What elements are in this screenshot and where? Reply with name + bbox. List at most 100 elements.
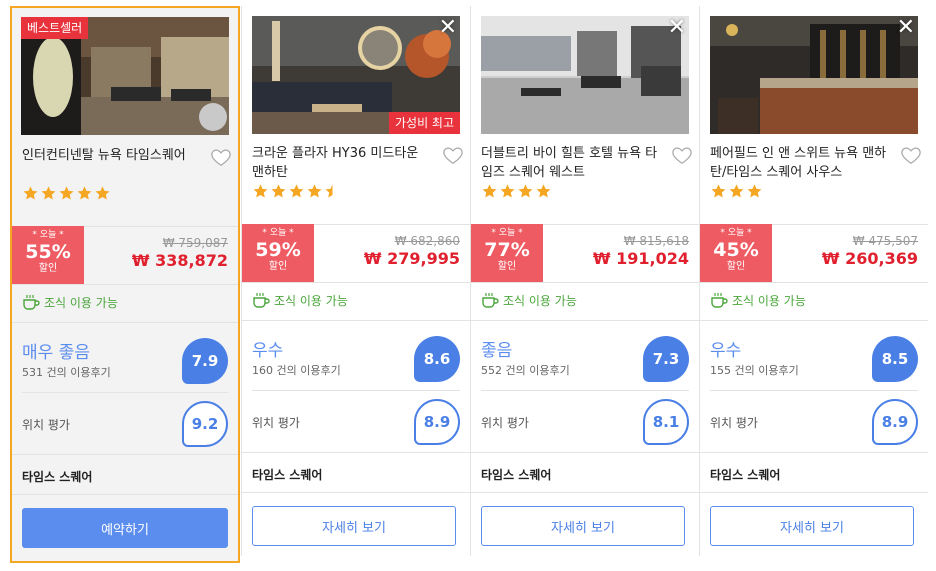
today-label: * 오늘 *	[720, 228, 752, 238]
close-icon[interactable]: ✕	[668, 17, 686, 39]
star-icon	[253, 184, 268, 198]
hotel-card[interactable]: ✕ 더블트리 바이 힐튼 호텔 뉴욕 타임즈 스퀘어 웨스트 * 오늘 * 77…	[471, 6, 699, 563]
star-icon	[729, 184, 744, 198]
area-name: 타임스 스퀘어	[710, 468, 781, 482]
original-price: ₩ 759,087	[162, 236, 228, 250]
details-button[interactable]: 자세히 보기	[481, 506, 685, 546]
review-count[interactable]: 552 건의 이용후기	[481, 362, 570, 378]
star-icon	[59, 186, 74, 200]
coffee-cup-icon	[711, 293, 728, 308]
divider	[710, 390, 918, 391]
review-score: 8.6	[414, 336, 460, 382]
star-icon	[271, 184, 286, 198]
final-price: ₩ 191,024	[592, 249, 689, 268]
star-icon	[747, 184, 762, 198]
discount-badge: * 오늘 * 45% 할인	[700, 224, 772, 282]
star-icon	[77, 186, 92, 200]
discount-badge: * 오늘 * 55% 할인	[12, 226, 84, 284]
final-price: ₩ 260,369	[821, 249, 918, 268]
hotel-card[interactable]: ✕ 페어필드 인 앤 스위트 뉴욕 맨하탄/타임스 스퀘어 사우스 * 오늘 *…	[700, 6, 928, 563]
divider	[12, 284, 238, 285]
star-icon	[500, 184, 515, 198]
star-icon	[95, 186, 110, 200]
divider	[12, 494, 238, 495]
hotel-photo[interactable]: 베스트셀러	[21, 17, 229, 135]
area-name: 타임스 스퀘어	[481, 468, 552, 482]
location-score: 8.9	[414, 399, 460, 445]
details-button[interactable]: 자세히 보기	[252, 506, 456, 546]
heart-icon[interactable]	[671, 144, 693, 166]
hotel-card[interactable]: ✕ 가성비 최고 크라운 플라자 HY36 미드타운 맨하탄 * 오늘 * 59…	[242, 6, 470, 563]
area-name: 타임스 스퀘어	[252, 468, 323, 482]
review-count[interactable]: 155 건의 이용후기	[710, 362, 799, 378]
close-icon[interactable]: ✕	[439, 17, 457, 39]
best-value-badge: 가성비 최고	[388, 112, 460, 134]
details-button[interactable]: 자세히 보기	[710, 506, 914, 546]
today-label: * 오늘 *	[32, 230, 64, 240]
divider	[471, 452, 699, 453]
star-rating	[710, 183, 763, 201]
star-rating	[252, 183, 341, 201]
discount-percent: 77%	[484, 239, 530, 261]
bar-photo	[710, 16, 918, 134]
rating-word: 우수	[252, 341, 284, 361]
breakfast-label: 조식 이용 가능	[732, 293, 806, 308]
location-label: 위치 평가	[22, 418, 70, 432]
star-icon	[711, 184, 726, 198]
discount-percent: 55%	[25, 241, 71, 263]
hotel-photo[interactable]: ✕	[710, 16, 918, 134]
close-icon[interactable]: ✕	[897, 17, 915, 39]
review-score: 7.9	[182, 338, 228, 384]
discount-label: 할인	[497, 261, 517, 272]
breakfast-info: 조식 이용 가능	[22, 292, 118, 312]
rating-word: 매우 좋음	[22, 343, 90, 363]
divider	[242, 320, 470, 321]
review-count[interactable]: 531 건의 이용후기	[22, 364, 111, 380]
review-count[interactable]: 160 건의 이용후기	[252, 362, 341, 378]
star-icon	[536, 184, 551, 198]
hotel-name[interactable]: 페어필드 인 앤 스위트 뉴욕 맨하탄/타임스 스퀘어 사우스	[710, 144, 890, 182]
heart-icon[interactable]	[900, 144, 922, 166]
star-rating	[22, 185, 111, 203]
hotel-photo[interactable]: ✕	[481, 16, 689, 134]
original-price: ₩ 682,860	[394, 234, 460, 248]
rating-word: 우수	[710, 341, 742, 361]
discount-badge: * 오늘 * 77% 할인	[471, 224, 543, 282]
divider	[252, 390, 460, 391]
final-price: ₩ 279,995	[363, 249, 460, 268]
hotel-name[interactable]: 크라운 플라자 HY36 미드타운 맨하탄	[252, 144, 432, 182]
divider	[12, 454, 238, 455]
original-price: ₩ 475,507	[852, 234, 918, 248]
hotel-name[interactable]: 더블트리 바이 힐튼 호텔 뉴욕 타임즈 스퀘어 웨스트	[481, 144, 661, 182]
divider	[700, 452, 928, 453]
bestseller-badge: 베스트셀러	[21, 17, 89, 39]
star-icon	[307, 184, 322, 198]
star-icon	[325, 184, 340, 198]
breakfast-label: 조식 이용 가능	[274, 293, 348, 308]
book-button[interactable]: 예약하기	[22, 508, 228, 548]
price-section: * 오늘 * 55% 할인 ₩ 759,087 ₩ 338,872	[12, 226, 238, 284]
discount-percent: 45%	[713, 239, 759, 261]
gym-photo	[481, 16, 689, 134]
coffee-cup-icon	[253, 293, 270, 308]
divider	[12, 322, 238, 323]
star-rating	[481, 183, 552, 201]
star-icon	[482, 184, 497, 198]
hotel-name[interactable]: 인터컨티넨탈 뉴욕 타임스퀘어	[22, 146, 202, 165]
price-section: * 오늘 * 77% 할인 ₩ 815,618 ₩ 191,024	[471, 224, 699, 282]
today-label: * 오늘 *	[262, 228, 294, 238]
discount-percent: 59%	[255, 239, 301, 261]
breakfast-info: 조식 이용 가능	[481, 290, 577, 310]
divider	[700, 320, 928, 321]
hotel-card-selected[interactable]: 베스트셀러 인터컨티넨탈 뉴욕 타임스퀘어 * 오늘 * 55% 할인 ₩ 75…	[10, 6, 240, 563]
location-score: 8.1	[643, 399, 689, 445]
divider	[242, 452, 470, 453]
location-label: 위치 평가	[710, 416, 758, 430]
breakfast-info: 조식 이용 가능	[710, 290, 806, 310]
heart-icon[interactable]	[442, 144, 464, 166]
divider	[700, 492, 928, 493]
divider	[700, 282, 928, 283]
heart-icon[interactable]	[210, 146, 232, 168]
final-price: ₩ 338,872	[131, 251, 228, 270]
hotel-photo[interactable]: ✕ 가성비 최고	[252, 16, 460, 134]
